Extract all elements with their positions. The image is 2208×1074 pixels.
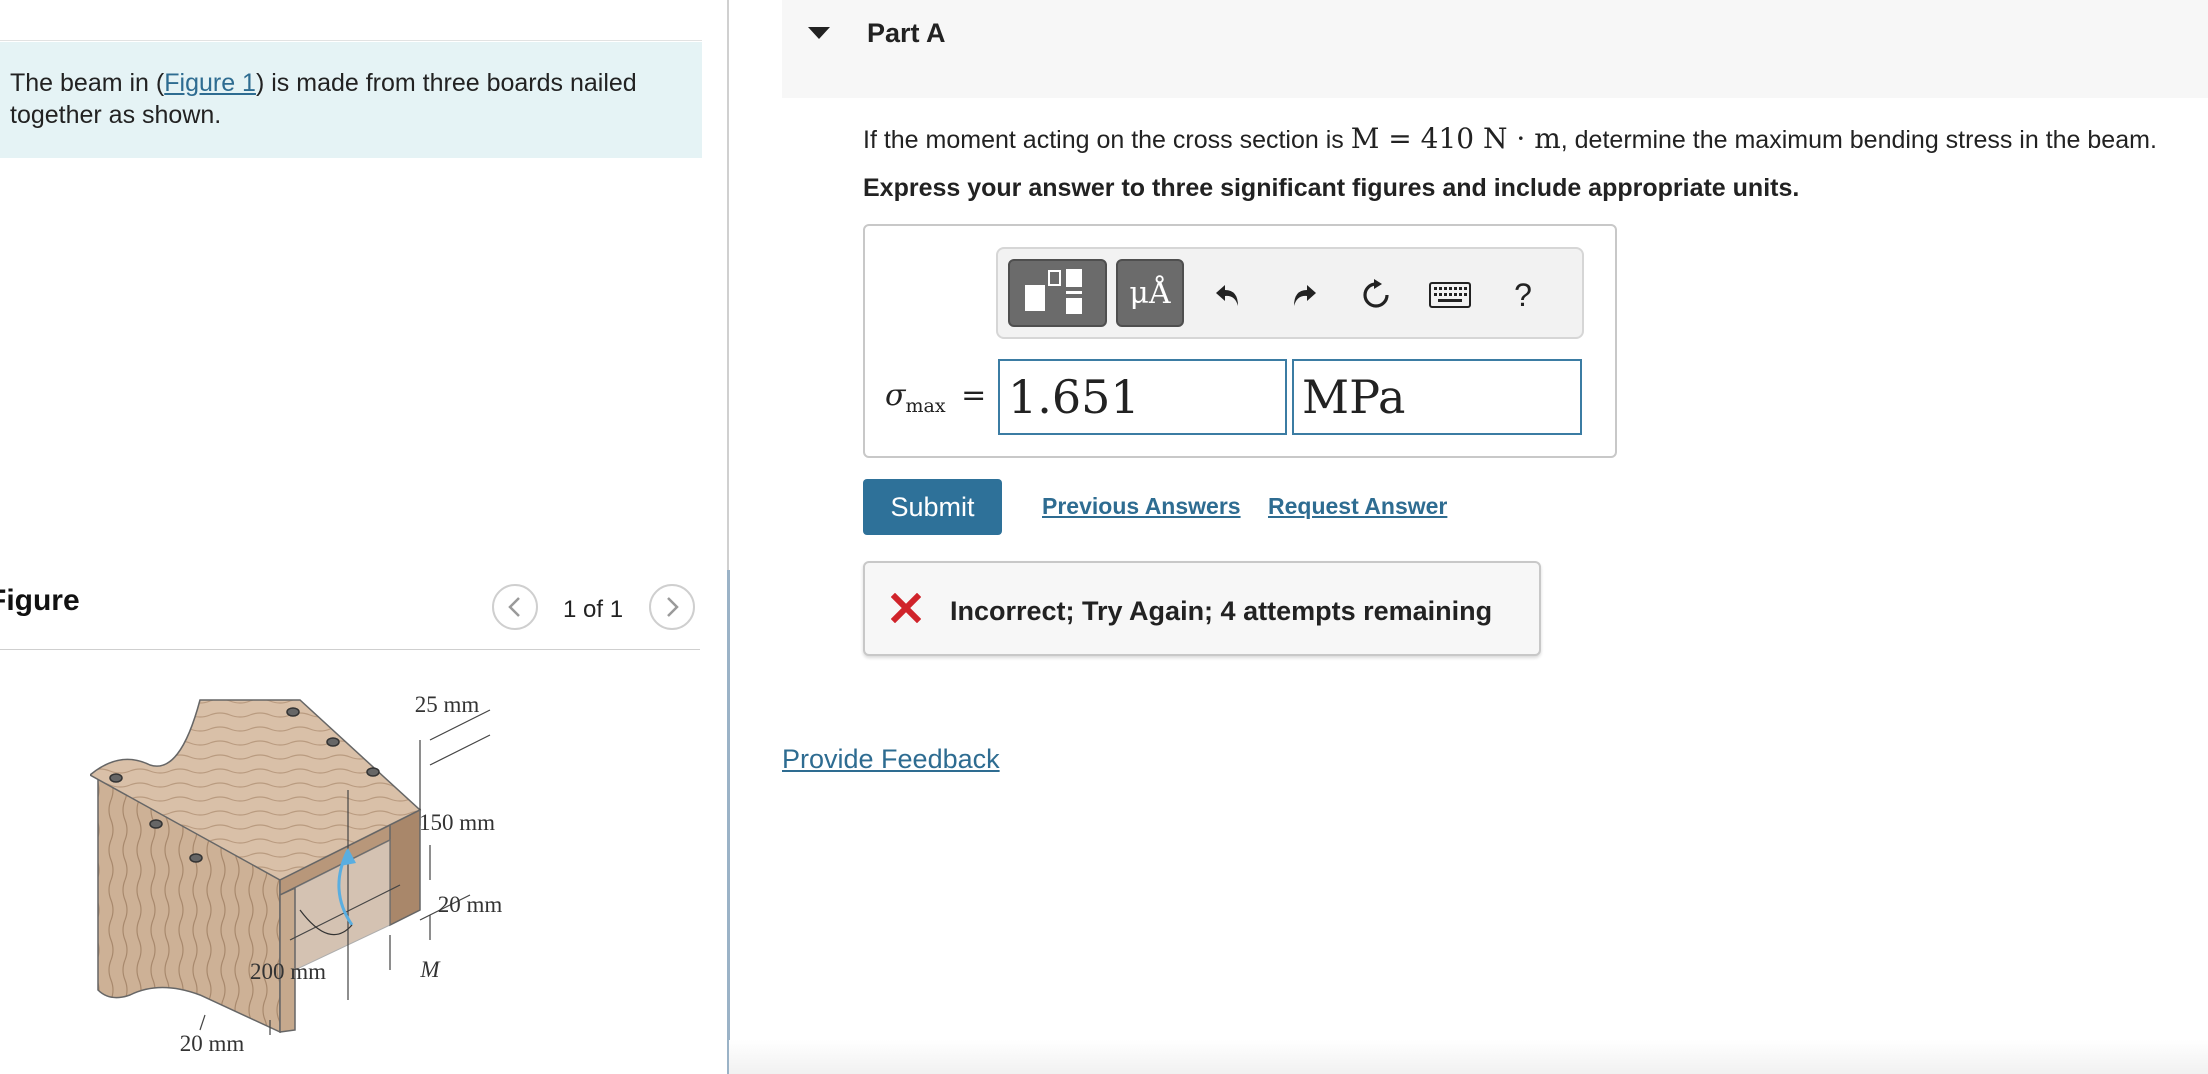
incorrect-x-icon: [891, 593, 921, 623]
dim-top-label: 25 mm: [415, 692, 480, 717]
redo-icon: [1294, 285, 1316, 306]
collapse-caret-icon[interactable]: [808, 27, 830, 39]
undo-icon: [1216, 285, 1238, 306]
part-title: Part A: [867, 18, 946, 48]
question-suffix: , determine the maximum bending stress i…: [1560, 126, 2157, 154]
figure-divider: [0, 649, 700, 650]
dim-height-label: 150 mm: [419, 810, 495, 835]
figure-heading: Figure: [0, 584, 80, 617]
part-header[interactable]: [782, 0, 2208, 98]
units-button[interactable]: μÅ: [1116, 259, 1184, 327]
moment-label: M: [419, 957, 441, 982]
chevron-right-icon: [667, 597, 679, 617]
scrollbar-track[interactable]: [727, 570, 730, 1074]
dim-side-label: 20 mm: [438, 892, 503, 917]
reset-icon: [1363, 279, 1389, 308]
keyboard-button[interactable]: [1428, 275, 1472, 315]
provide-feedback-link[interactable]: Provide Feedback: [782, 744, 1000, 775]
prev-figure-button[interactable]: [492, 584, 538, 630]
templates-button[interactable]: [1008, 259, 1107, 327]
question-prefix: If the moment acting on the cross sectio…: [863, 126, 1351, 154]
beam-figure: 25 mm 150 mm 20 mm 200 mm M 20 mm: [90, 692, 503, 1056]
answer-value-field[interactable]: 1.651: [998, 359, 1287, 435]
figure-page-indicator: 1 of 1: [563, 596, 624, 623]
feedback-message: Incorrect; Try Again; 4 attempts remaini…: [950, 596, 1493, 626]
sigma-symbol: σ: [885, 378, 906, 413]
previous-answers-link[interactable]: Previous Answers: [1042, 493, 1241, 520]
equals-sign: =: [961, 378, 987, 413]
question-math: M = 410 N · m: [1350, 122, 1561, 155]
reset-button[interactable]: [1356, 275, 1396, 315]
next-figure-button[interactable]: [649, 584, 695, 630]
intro-text-before: The beam in (: [10, 69, 165, 97]
templates-icon: [1025, 269, 1082, 314]
question-text: If the moment acting on the cross sectio…: [863, 122, 2157, 155]
figure-link[interactable]: Figure 1: [164, 69, 256, 97]
problem-intro: The beam in (Figure 1) is made from thre…: [0, 42, 702, 158]
submit-button[interactable]: Submit: [863, 479, 1002, 535]
request-answer-link[interactable]: Request Answer: [1268, 493, 1447, 520]
chevron-left-icon: [508, 597, 520, 617]
answer-units-field[interactable]: MPa: [1292, 359, 1582, 435]
bottom-shadow: [729, 1040, 2208, 1074]
help-button[interactable]: ?: [1506, 275, 1540, 315]
instruction-text: Express your answer to three significant…: [863, 174, 1800, 202]
answer-label: σmax =: [885, 378, 986, 417]
redo-button[interactable]: [1284, 275, 1324, 315]
keyboard-icon: [1429, 282, 1471, 308]
undo-button[interactable]: [1208, 275, 1248, 315]
problem-panel: The beam in (Figure 1) is made from thre…: [0, 0, 727, 1074]
top-divider: [0, 40, 702, 41]
dim-width-label: 200 mm: [250, 959, 326, 984]
dim-bottom-label: 20 mm: [180, 1031, 245, 1056]
sigma-subscript: max: [905, 395, 946, 417]
